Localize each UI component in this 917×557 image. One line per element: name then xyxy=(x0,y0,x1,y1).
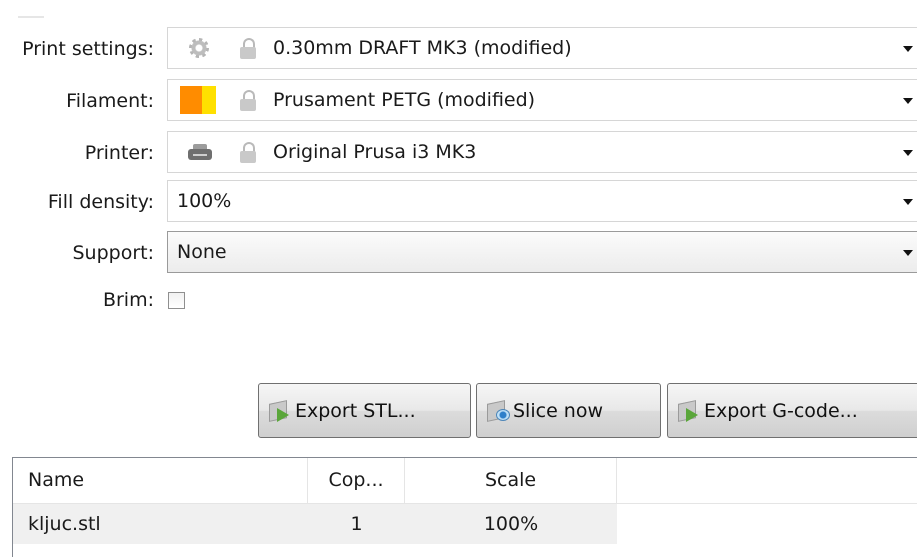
chevron-down-icon xyxy=(903,46,913,52)
printer-label: Printer: xyxy=(84,142,154,164)
gear-icon xyxy=(189,38,209,58)
filament-label: Filament: xyxy=(66,90,154,112)
fill-density-combo[interactable]: 100% xyxy=(167,180,917,222)
export-gcode-icon xyxy=(676,400,700,422)
top-divider-mark xyxy=(18,16,44,18)
table-row[interactable]: kljuc.stl 1 100% xyxy=(13,504,617,544)
cell-scale: 100% xyxy=(483,513,539,535)
chevron-down-icon xyxy=(903,150,913,156)
column-header-copies[interactable]: Cop... xyxy=(308,458,405,503)
filament-combo[interactable]: Prusament PETG (modified) xyxy=(167,79,917,121)
export-stl-icon xyxy=(267,400,291,422)
print-settings-value: 0.30mm DRAFT MK3 (modified) xyxy=(273,37,572,59)
fill-density-label: Fill density: xyxy=(47,191,154,213)
support-combo[interactable]: None xyxy=(167,231,917,273)
table-header: Name Cop... Scale xyxy=(13,458,917,504)
export-gcode-button[interactable]: Export G-code... xyxy=(667,383,917,438)
lock-icon[interactable] xyxy=(239,90,259,112)
filament-value: Prusament PETG (modified) xyxy=(273,89,536,111)
printer-combo[interactable]: Original Prusa i3 MK3 xyxy=(167,131,917,173)
support-value: None xyxy=(177,241,227,263)
column-header-scale[interactable]: Scale xyxy=(405,458,617,503)
slice-preview-icon xyxy=(485,400,510,422)
support-label: Support: xyxy=(72,242,154,264)
export-stl-button[interactable]: Export STL... xyxy=(258,383,471,438)
printer-icon xyxy=(188,144,212,162)
brim-label: Brim: xyxy=(102,289,154,311)
printer-value: Original Prusa i3 MK3 xyxy=(273,141,477,163)
print-settings-label: Print settings: xyxy=(22,38,154,60)
lock-icon[interactable] xyxy=(239,38,259,60)
chevron-down-icon xyxy=(903,98,913,104)
slice-now-button[interactable]: Slice now xyxy=(476,383,661,438)
column-header-name[interactable]: Name xyxy=(13,458,308,503)
brim-checkbox[interactable] xyxy=(168,292,185,309)
export-stl-label: Export STL... xyxy=(295,400,416,422)
object-list-table[interactable]: Name Cop... Scale kljuc.stl 1 100% xyxy=(12,457,917,557)
lock-icon[interactable] xyxy=(239,142,259,164)
print-settings-combo[interactable]: 0.30mm DRAFT MK3 (modified) xyxy=(167,27,917,69)
chevron-down-icon xyxy=(903,199,913,205)
slice-now-label: Slice now xyxy=(513,400,603,422)
cell-copies: 1 xyxy=(350,513,363,535)
chevron-down-icon xyxy=(903,250,913,256)
export-gcode-label: Export G-code... xyxy=(704,400,858,422)
fill-density-value: 100% xyxy=(177,190,232,212)
cell-name: kljuc.stl xyxy=(28,513,101,535)
